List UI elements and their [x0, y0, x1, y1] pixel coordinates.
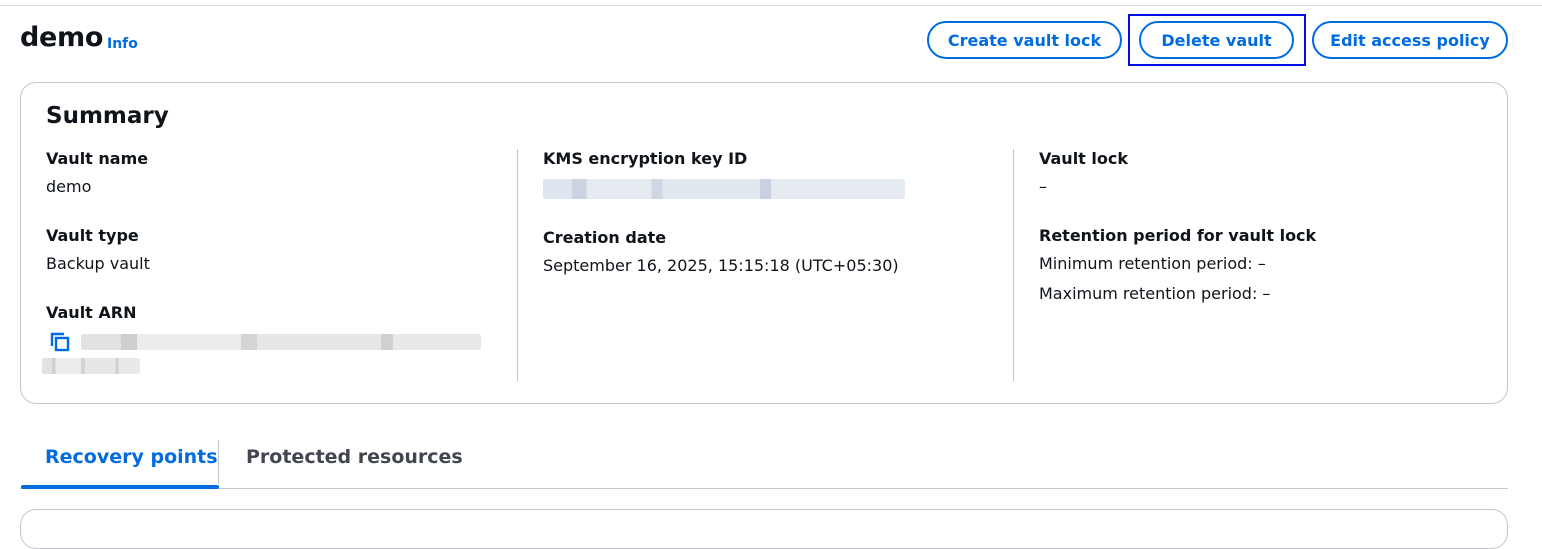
kms-key-label: KMS encryption key ID	[543, 149, 748, 168]
vault-arn-redacted-line2	[42, 358, 140, 374]
vault-tabs: Recovery points Protected resources	[20, 438, 1508, 489]
active-tab-indicator	[21, 485, 219, 489]
vault-name-label: Vault name	[46, 149, 149, 168]
summary-column-1: Vault name demo Vault type Backup vault …	[42, 149, 516, 381]
delete-vault-focus-ring: Delete vault	[1128, 14, 1306, 66]
vault-type-label: Vault type	[46, 226, 139, 245]
vault-arn-label: Vault ARN	[46, 303, 137, 322]
kms-key-field: KMS encryption key ID	[543, 149, 1013, 199]
vault-lock-value: –	[1039, 177, 1047, 196]
creation-date-field: Creation date September 16, 2025, 15:15:…	[543, 228, 1013, 276]
tab-recovery-points[interactable]: Recovery points	[45, 446, 218, 468]
vault-arn-redacted	[81, 334, 481, 350]
header-actions: Create vault lock Delete vault Edit acce…	[927, 14, 1508, 66]
recovery-points-panel	[20, 509, 1508, 549]
retention-label: Retention period for vault lock	[1039, 226, 1317, 245]
tab-protected-resources[interactable]: Protected resources	[246, 446, 463, 468]
edit-access-policy-button[interactable]: Edit access policy	[1312, 21, 1508, 59]
kms-key-redacted	[543, 179, 905, 199]
creation-date-value: September 16, 2025, 15:15:18 (UTC+05:30)	[543, 256, 899, 275]
create-vault-lock-button[interactable]: Create vault lock	[927, 21, 1122, 59]
retention-min: Minimum retention period: –	[1039, 254, 1266, 273]
summary-column-2: KMS encryption key ID Creation date Sept…	[517, 149, 1013, 381]
vault-arn-field: Vault ARN	[42, 303, 516, 379]
page-header: demo Info Create vault lock Delete vault…	[20, 14, 1508, 66]
vault-name-value: demo	[46, 177, 92, 196]
retention-max: Maximum retention period: –	[1039, 284, 1271, 303]
vault-type-value: Backup vault	[46, 254, 150, 273]
delete-vault-button[interactable]: Delete vault	[1139, 21, 1294, 59]
summary-panel: Summary Vault name demo Vault type Backu…	[20, 82, 1508, 404]
vault-lock-field: Vault lock –	[1039, 149, 1483, 197]
summary-title: Summary	[46, 103, 169, 129]
vault-name-field: Vault name demo	[46, 149, 516, 197]
top-divider	[0, 5, 1542, 6]
retention-field: Retention period for vault lock Minimum …	[1039, 226, 1483, 304]
vault-lock-label: Vault lock	[1039, 149, 1128, 168]
creation-date-label: Creation date	[543, 228, 667, 247]
tab-divider	[218, 440, 219, 484]
copy-icon[interactable]	[49, 331, 71, 353]
summary-column-3: Vault lock – Retention period for vault …	[1013, 149, 1483, 381]
vault-arn-value	[42, 329, 516, 379]
info-link[interactable]: Info	[107, 36, 138, 52]
vault-type-field: Vault type Backup vault	[46, 226, 516, 274]
page-title: demo	[20, 22, 104, 53]
